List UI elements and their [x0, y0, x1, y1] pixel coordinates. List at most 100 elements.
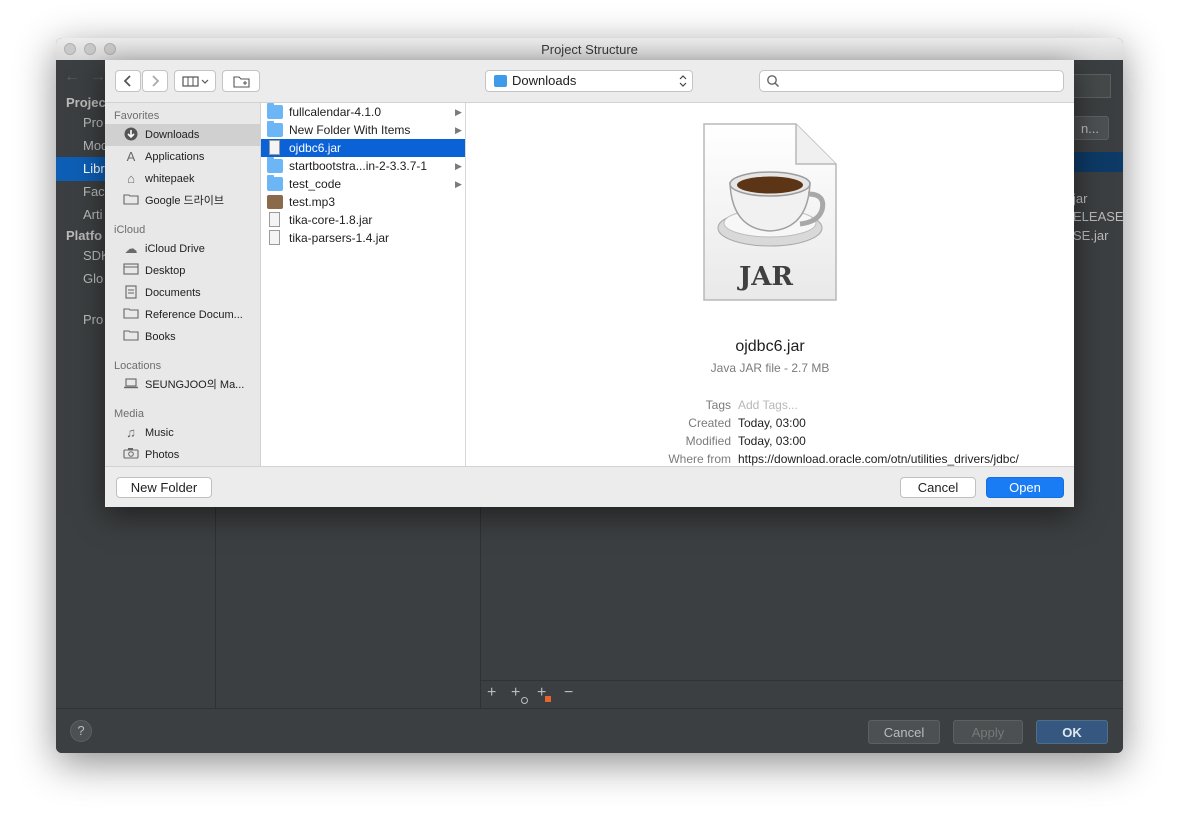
meta-modified-value: Today, 03:00 — [738, 434, 806, 448]
updown-chevron-icon — [679, 75, 687, 87]
sidebar-header-locations: Locations — [114, 360, 162, 372]
sidebar-item-google-drive[interactable]: Google 드라이브 — [105, 190, 260, 212]
documents-icon — [122, 285, 140, 301]
sidebar-item-books[interactable]: Books — [105, 326, 260, 348]
new-folder-button[interactable]: New Folder — [116, 477, 212, 498]
jar-file-icon — [269, 212, 280, 227]
download-icon — [122, 127, 140, 143]
sidebar-item-macbook[interactable]: SEUNGJOO의 Ma... — [105, 374, 260, 396]
nav-item-problems[interactable]: Pro — [83, 312, 103, 327]
nav-section-project-settings: Projec — [66, 95, 106, 110]
sidebar-item-downloads[interactable]: Downloads — [105, 124, 260, 146]
back-arrow-icon[interactable]: ← — [64, 68, 80, 86]
disclosure-arrow-icon: ▶ — [455, 107, 462, 117]
remove-icon[interactable]: − — [564, 684, 573, 702]
folder-icon — [122, 307, 140, 323]
columns-view-icon — [182, 76, 209, 87]
file-row-startbootstrap[interactable]: startbootstra...in-2-3.3.7-1 ▶ — [261, 157, 465, 175]
window-title: Project Structure — [541, 42, 638, 57]
folder-icon — [267, 103, 283, 119]
add-tags-field[interactable]: Add Tags... — [738, 398, 798, 412]
chevron-left-icon — [123, 75, 131, 87]
nav-section-platform-settings: Platfo — [66, 228, 103, 243]
folder-icon — [122, 329, 140, 345]
library-jar-entry[interactable]: ELEASE.j — [1073, 209, 1123, 224]
apply-button[interactable]: Apply — [953, 720, 1023, 744]
library-action-button[interactable]: n... — [1071, 116, 1109, 140]
sidebar-item-desktop[interactable]: Desktop — [105, 260, 260, 282]
ide-cancel-button[interactable]: Cancel — [868, 720, 940, 744]
meta-tags-key: Tags — [705, 398, 731, 412]
file-row-test-mp3[interactable]: test.mp3 — [261, 193, 465, 211]
sidebar-item-documents[interactable]: Documents — [105, 282, 260, 304]
meta-modified-key: Modified — [685, 434, 731, 448]
disclosure-arrow-icon: ▶ — [455, 179, 462, 189]
audio-file-icon — [267, 195, 283, 209]
meta-where-from-value: https://download.oracle.com/otn/utilitie… — [738, 452, 1019, 466]
folder-icon — [267, 121, 283, 137]
file-row-tika-parsers[interactable]: tika-parsers-1.4.jar — [261, 229, 465, 247]
applications-icon: A — [126, 149, 136, 164]
file-row-ojdbc6-jar[interactable]: ojdbc6.jar — [261, 139, 465, 157]
file-browser-column: fullcalendar-4.1.0 ▶ New Folder With Ite… — [261, 103, 466, 466]
new-folder-toolbar-button[interactable] — [222, 70, 260, 92]
add-jar-icon[interactable]: + — [511, 684, 520, 702]
dialog-sidebar: Favorites Downloads A Applications ⌂ whi… — [105, 103, 261, 466]
view-mode-button[interactable] — [174, 70, 216, 92]
home-icon: ⌂ — [127, 171, 135, 186]
add-icon[interactable]: + — [487, 684, 496, 702]
nav-item-libraries-label: Libr — [83, 161, 105, 176]
nav-item-artifacts[interactable]: Arti — [83, 207, 103, 222]
title-bar: Project Structure — [56, 38, 1123, 61]
nav-item-project[interactable]: Pro — [83, 115, 103, 130]
file-row-tika-core[interactable]: tika-core-1.8.jar — [261, 211, 465, 229]
disclosure-arrow-icon: ▶ — [455, 125, 462, 135]
help-button[interactable]: ? — [70, 720, 92, 742]
excluded-badge-icon — [545, 696, 551, 702]
file-row-new-folder-with-items[interactable]: New Folder With Items ▶ — [261, 121, 465, 139]
library-name-field[interactable] — [1071, 74, 1111, 98]
jar-icon-label: JAR — [738, 262, 794, 292]
sidebar-item-music[interactable]: ♫ Music — [105, 422, 260, 444]
search-icon — [767, 75, 780, 88]
new-folder-icon — [233, 76, 250, 88]
nav-item-global-libraries[interactable]: Glo — [83, 271, 103, 286]
library-jar-entry[interactable]: SE.jar — [1073, 228, 1108, 243]
library-jar-entry[interactable]: jar — [1073, 191, 1087, 206]
sidebar-header-favorites: Favorites — [114, 110, 160, 122]
ok-button[interactable]: OK — [1036, 720, 1108, 744]
sidebar-item-photos[interactable]: Photos — [105, 444, 260, 466]
chevron-right-icon — [152, 75, 160, 87]
sidebar-header-media: Media — [114, 408, 144, 420]
folder-icon — [267, 157, 283, 173]
desktop-icon — [122, 263, 140, 279]
sidebar-item-reference-documents[interactable]: Reference Docum... — [105, 304, 260, 326]
location-label: Downloads — [512, 73, 577, 88]
library-root-selected-row[interactable] — [1071, 152, 1123, 172]
folder-icon — [122, 193, 140, 209]
back-button[interactable] — [115, 70, 141, 92]
cloud-icon: ☁ — [124, 241, 138, 256]
forward-button[interactable] — [142, 70, 168, 92]
file-row-fullcalendar[interactable]: fullcalendar-4.1.0 ▶ — [261, 103, 465, 121]
folder-icon — [267, 175, 283, 191]
meta-where-from-key: Where from — [668, 452, 731, 466]
sidebar-header-icloud: iCloud — [114, 224, 146, 236]
sidebar-item-home[interactable]: ⌂ whitepaek — [105, 168, 260, 190]
music-icon: ♫ — [126, 425, 136, 440]
file-row-test-code[interactable]: test_code ▶ — [261, 175, 465, 193]
search-field[interactable] — [759, 70, 1064, 92]
sidebar-item-icloud-drive[interactable]: ☁ iCloud Drive — [105, 238, 260, 260]
jar-badge-icon — [521, 697, 528, 704]
forward-arrow-icon[interactable]: → — [90, 68, 106, 86]
location-popup[interactable]: Downloads — [485, 70, 693, 92]
open-file-dialog: Downloads Favorites Downloads A Applicat… — [105, 60, 1074, 507]
cancel-button[interactable]: Cancel — [900, 477, 976, 498]
sidebar-item-applications[interactable]: A Applications — [105, 146, 260, 168]
open-button[interactable]: Open — [986, 477, 1064, 498]
downloads-folder-icon — [494, 75, 507, 87]
jar-file-icon — [269, 140, 280, 155]
meta-created-value: Today, 03:00 — [738, 416, 806, 430]
dialog-toolbar: Downloads — [105, 60, 1074, 103]
preview-kind-size: Java JAR file - 2.7 MB — [710, 361, 830, 375]
